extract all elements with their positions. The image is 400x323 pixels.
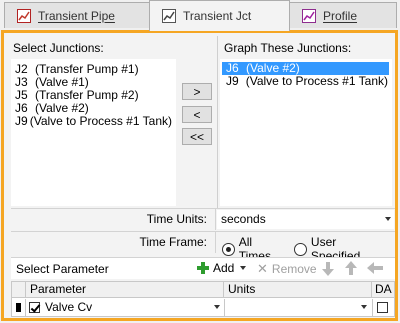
list-item[interactable]: J9 (Valve to Process #1 Tank) — [222, 75, 392, 88]
remove-parameter-button[interactable]: ✕ Remove — [257, 261, 317, 277]
da-checkbox[interactable] — [377, 302, 388, 313]
select-junctions-heading: Select Junctions: — [13, 41, 104, 55]
current-row-marker-icon — [16, 303, 21, 312]
graph-junctions-heading: Graph These Junctions: — [224, 41, 352, 55]
chevron-down-icon — [214, 305, 220, 309]
time-frame-label: Time Frame: — [139, 235, 207, 249]
time-units-value: seconds — [221, 212, 266, 226]
tab-transient-jct[interactable]: Transient Jct — [149, 0, 290, 31]
purple-line-chart-icon — [302, 8, 316, 23]
add-junction-button[interactable]: > — [182, 83, 212, 100]
move-up-icon[interactable] — [345, 261, 357, 275]
red-line-chart-icon — [17, 8, 31, 23]
tab-transient-pipe[interactable]: Transient Pipe — [4, 2, 150, 28]
panel-divider — [217, 36, 218, 208]
chevron-down-icon — [361, 305, 367, 309]
radio-user-specified[interactable] — [294, 242, 307, 256]
time-units-row: Time Units: seconds — [11, 208, 395, 230]
graph-junctions-list[interactable]: J6 (Valve #2) J9 (Valve to Process #1 Tank… — [220, 59, 392, 206]
select-parameter-title: Select Parameter — [16, 262, 109, 276]
parameter-value: Valve Cv — [45, 300, 93, 314]
row-separator — [215, 209, 216, 230]
chevron-down-icon — [240, 266, 247, 270]
list-item[interactable]: J9 (Valve to Process #1 Tank) — [11, 115, 176, 128]
tab-profile[interactable]: Profile — [289, 2, 397, 28]
parameter-dropdown-button[interactable] — [209, 301, 223, 314]
grid-header: Parameter Units DA — [12, 282, 394, 298]
plus-icon — [197, 262, 209, 274]
column-header-da[interactable]: DA — [372, 282, 394, 298]
cell-divider — [224, 299, 225, 316]
junction-id: J9 — [15, 114, 28, 128]
x-icon: ✕ — [257, 261, 268, 276]
tab-label: Transient Jct — [183, 9, 252, 23]
tab-label: Profile — [323, 8, 358, 23]
parameter-enabled-checkbox[interactable] — [29, 302, 40, 313]
column-header-units[interactable]: Units — [224, 282, 372, 298]
radio-all-times[interactable] — [222, 242, 235, 256]
remove-junction-button[interactable]: < — [182, 106, 212, 123]
add-parameter-label: Add — [213, 261, 235, 275]
available-junctions-list[interactable]: J2 (Transfer Pump #1) J3 (Valve #1) J5 (Tra… — [11, 59, 176, 206]
parameter-grid: Parameter Units DA Valve Cv — [11, 281, 395, 317]
junction-id: J9 — [226, 74, 239, 88]
column-header-parameter[interactable]: Parameter — [26, 282, 224, 298]
table-row[interactable]: Valve Cv — [12, 299, 394, 316]
move-down-icon[interactable] — [322, 262, 334, 276]
junction-name: (Valve to Process #1 Tank) — [245, 74, 388, 88]
units-dropdown-button[interactable] — [356, 301, 370, 314]
arrow-left-icon[interactable] — [367, 262, 383, 274]
row-header-cell — [12, 282, 26, 298]
remove-parameter-label: Remove — [271, 262, 317, 276]
remove-all-junctions-button[interactable]: << — [182, 128, 212, 145]
tab-label: Transient Pipe — [38, 8, 115, 23]
select-parameter-toolbar: Select Parameter Add ✕ Remove — [11, 257, 395, 279]
transient-jct-panel: Select Junctions: Graph These Junctions:… — [1, 30, 398, 321]
junction-name: (Valve to Process #1 Tank) — [29, 114, 172, 128]
row-selector[interactable] — [12, 299, 26, 316]
cell-divider — [372, 299, 373, 316]
time-units-label: Time Units: — [146, 212, 207, 226]
row-separator — [215, 232, 216, 253]
gray-line-chart-icon — [162, 9, 176, 23]
add-parameter-button[interactable]: Add — [197, 261, 247, 275]
tab-strip: Transient Pipe Transient Jct Profile — [0, 0, 400, 31]
time-units-select[interactable]: seconds — [217, 210, 394, 229]
chevron-down-icon — [385, 217, 391, 221]
time-frame-row: Time Frame: All Times User Specified — [11, 231, 395, 263]
